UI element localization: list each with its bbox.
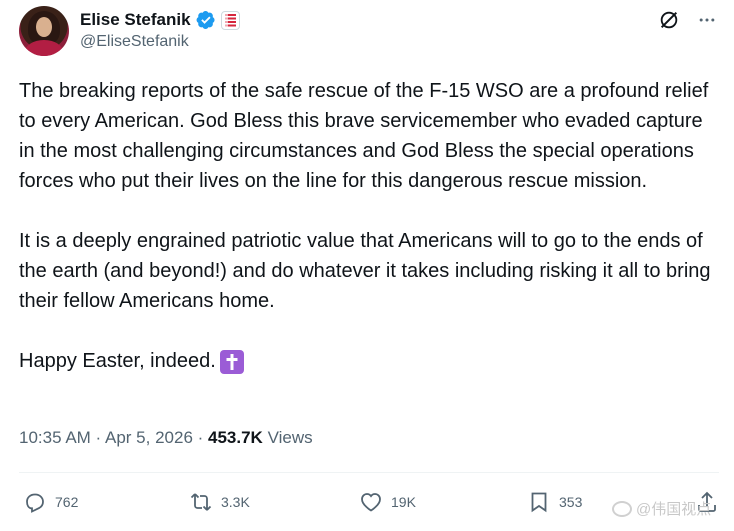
tweet-text: The breaking reports of the safe rescue …	[19, 76, 719, 376]
bookmark-icon	[531, 492, 547, 513]
tweet-paragraph: Happy Easter, indeed.	[19, 350, 216, 372]
congress-logo-icon	[224, 13, 236, 27]
name-row: Elise Stefanik	[80, 9, 240, 31]
meta-separator: ·	[90, 428, 105, 447]
tweet-time[interactable]: 10:35 AM	[19, 428, 91, 447]
watermark: @伟国视点	[612, 498, 711, 519]
avatar[interactable]	[19, 6, 69, 56]
like-button[interactable]: 19K	[359, 490, 416, 514]
repost-button[interactable]: 3.3K	[189, 490, 250, 514]
repost-icon	[190, 493, 212, 511]
affiliation-badge-icon[interactable]	[220, 10, 240, 30]
latin-cross-emoji-icon	[219, 350, 244, 374]
views-label: Views	[267, 428, 313, 447]
tweet-paragraph-last: Happy Easter, indeed.	[19, 346, 719, 376]
tweet-header: Elise Stefanik @EliseStefanik	[19, 6, 719, 58]
tweet-paragraph: The breaking reports of the safe rescue …	[19, 80, 709, 192]
bookmark-button[interactable]: 353	[527, 490, 582, 514]
tweet-meta: 10:35 AM · Apr 5, 2026 · 453.7K Views	[19, 428, 313, 448]
top-actions	[657, 8, 719, 32]
reply-count: 762	[55, 494, 79, 510]
grok-icon	[660, 11, 678, 29]
verified-badge-icon	[196, 11, 215, 29]
more-options-button[interactable]	[695, 8, 719, 32]
bookmark-count: 353	[559, 494, 583, 510]
heart-icon	[361, 493, 381, 512]
repost-count: 3.3K	[221, 494, 250, 510]
more-horizontal-icon	[699, 18, 715, 22]
avatar-face	[36, 17, 52, 37]
weibo-logo-icon	[612, 500, 632, 517]
like-count: 19K	[391, 494, 416, 510]
display-name[interactable]: Elise Stefanik	[80, 10, 191, 30]
divider	[19, 472, 719, 473]
avatar-body	[25, 40, 63, 56]
reply-button[interactable]: 762	[23, 490, 78, 514]
tweet-date[interactable]: Apr 5, 2026	[105, 428, 193, 447]
grok-button[interactable]	[657, 8, 681, 32]
views-count[interactable]: 453.7K	[208, 428, 263, 447]
handle[interactable]: @EliseStefanik	[80, 33, 189, 51]
reply-icon	[26, 493, 44, 513]
watermark-text: @伟国视点	[636, 501, 712, 518]
tweet-paragraph: It is a deeply engrained patriotic value…	[19, 230, 711, 312]
meta-separator: ·	[192, 428, 209, 447]
